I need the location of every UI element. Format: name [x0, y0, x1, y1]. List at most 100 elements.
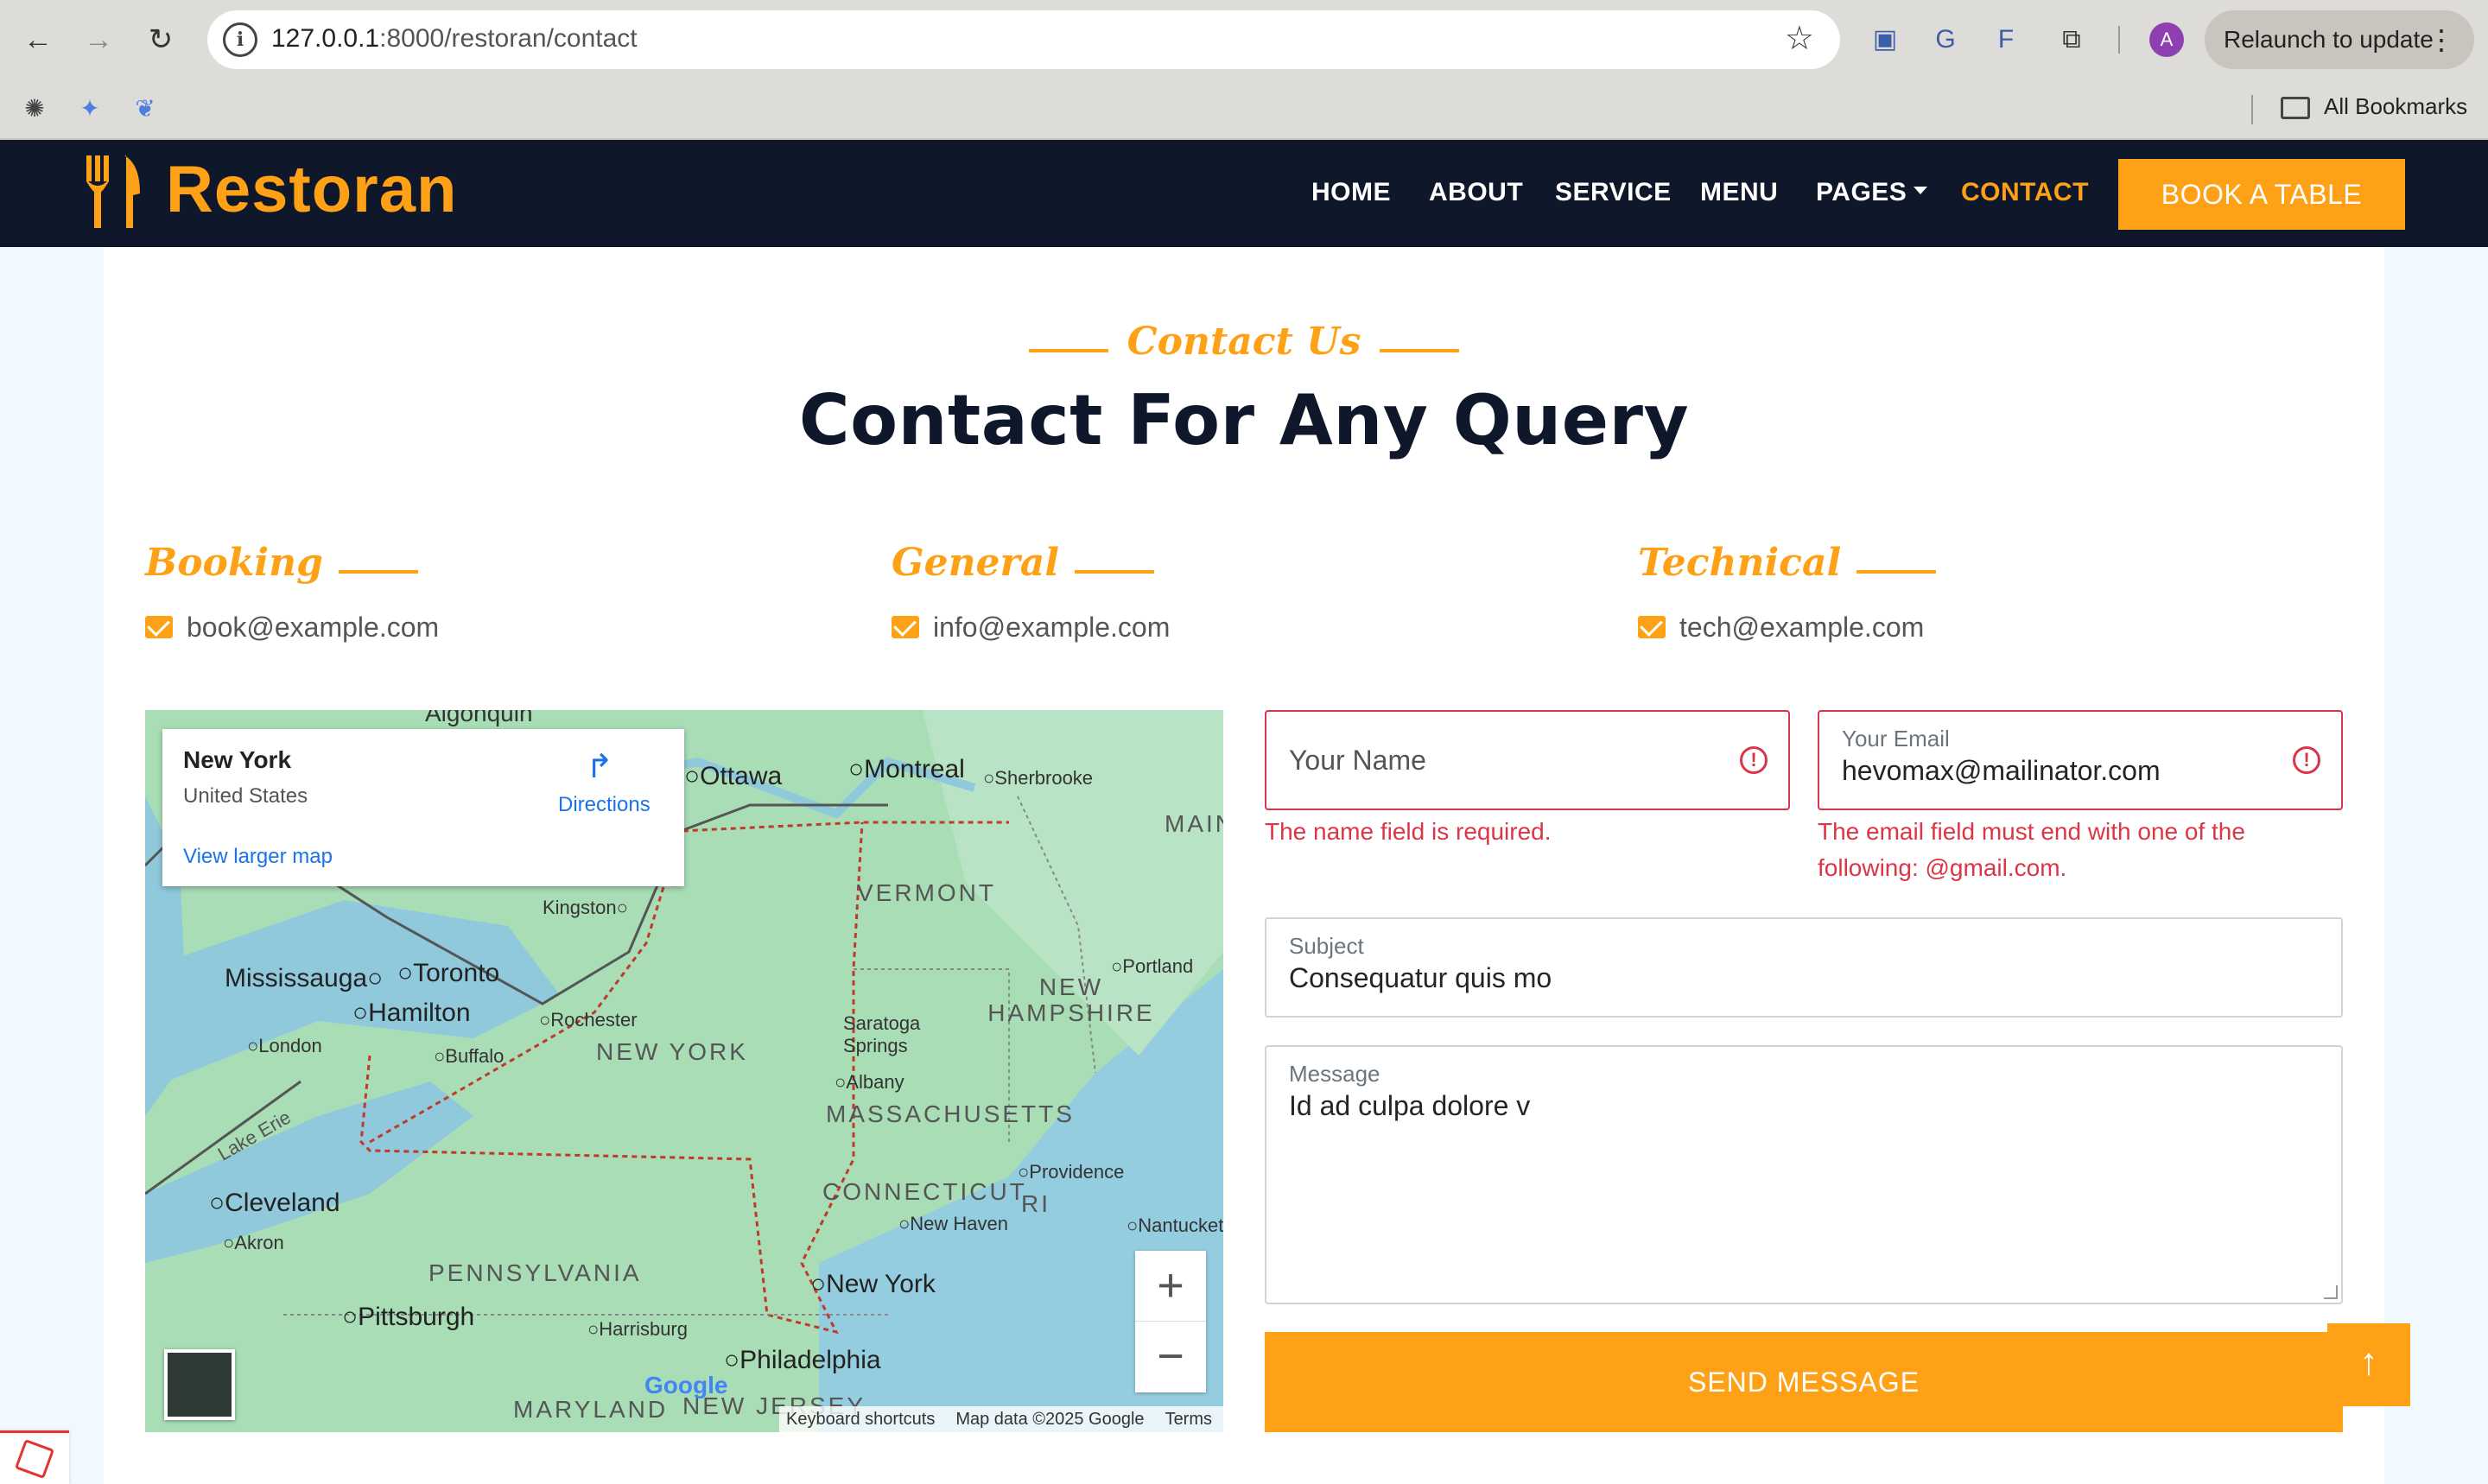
map-label-new-york: ○New York [810, 1270, 936, 1298]
bird-bookmark-icon[interactable]: ❦ [128, 92, 162, 126]
page-title: Contact For Any Query [798, 380, 1690, 460]
view-larger-map-link[interactable]: View larger map [183, 845, 333, 869]
map-label-nantucket: ○Nantucket [1127, 1214, 1223, 1236]
directions-link[interactable]: Directions [558, 793, 651, 817]
extension-fi-icon[interactable]: F [1987, 21, 2025, 59]
map-zoom-controls: + − [1135, 1251, 1206, 1392]
utensils-icon[interactable] [83, 155, 142, 228]
reload-icon[interactable]: ↻ [142, 21, 180, 59]
contact-general: General info@example.com [892, 541, 1583, 644]
name-input[interactable]: Your Name ! [1265, 710, 1790, 810]
contact-technical: Technical tech@example.com [1638, 541, 2329, 644]
nav-contact[interactable]: CONTACT [1961, 178, 2089, 207]
map-label-toronto: ○Toronto [397, 959, 500, 987]
map-label-london: ○London [247, 1035, 322, 1056]
map-label-akron: ○Akron [223, 1232, 284, 1253]
back-arrow-icon[interactable]: ← [19, 21, 57, 59]
map-label-new-haven: ○New Haven [898, 1213, 1009, 1234]
booking-email: book@example.com [187, 612, 440, 643]
resize-handle-icon[interactable] [2324, 1285, 2338, 1299]
map-label-saratoga: Saratoga Springs [843, 1012, 921, 1056]
map-state-maryland: MARYLAND [513, 1396, 669, 1423]
arrow-up-icon[interactable]: ↑ [2327, 1323, 2410, 1406]
zoom-out-button[interactable]: − [1135, 1322, 1206, 1392]
error-icon: ! [1740, 746, 1768, 774]
map-label-hamilton: ○Hamilton [352, 999, 471, 1027]
nav-home[interactable]: HOME [1311, 178, 1391, 207]
map-state-connecticut: CONNECTICUT [822, 1178, 1027, 1205]
map-state-massachusetts: MASSACHUSETTS [826, 1100, 1075, 1127]
map-label-algonquin: Algonquin [425, 710, 533, 726]
google-logo: Google [644, 1372, 728, 1398]
map-state-vermont: VERMONT [857, 879, 996, 906]
terms-link[interactable]: Terms [1165, 1410, 1212, 1429]
contact-booking: Booking book@example.com [145, 541, 836, 644]
extensions-puzzle-icon[interactable]: ⧉ [2053, 21, 2091, 59]
all-bookmarks-link[interactable]: All Bookmarks [2324, 93, 2467, 120]
contact-container: Contact Us Contact For Any Query Booking… [104, 247, 2384, 1484]
site-info-icon[interactable]: i [223, 22, 257, 57]
url-text[interactable]: 127.0.0.1:8000/restoran/contact [271, 24, 638, 54]
bookmarks-bar: ✺ ✦ ❦ All Bookmarks [0, 79, 2488, 140]
map-label-pittsburgh: ○Pittsburgh [342, 1303, 475, 1331]
send-message-button[interactable]: SEND MESSAGE [1265, 1332, 2343, 1432]
forward-arrow-icon[interactable]: → [79, 21, 117, 59]
keyboard-shortcuts-link[interactable]: Keyboard shortcuts [786, 1410, 935, 1429]
map-place-card: New York United States View larger map ↱… [162, 729, 684, 886]
map-label-cleveland: ○Cleveland [209, 1189, 340, 1217]
book-table-button[interactable]: BOOK A TABLE [2118, 159, 2405, 230]
gemini-bookmark-icon[interactable]: ✦ [73, 92, 107, 126]
map-label-kingston: Kingston○ [543, 897, 628, 918]
subject-input[interactable]: Subject Consequatur quis mo [1265, 917, 2343, 1018]
profile-avatar[interactable]: A [2149, 22, 2184, 57]
relaunch-button[interactable]: Relaunch to update ⋮ [2205, 10, 2474, 69]
nav-menu[interactable]: MENU [1700, 178, 1778, 207]
brand-logo[interactable]: Restoran [166, 152, 457, 227]
map-state-maine: MAIN [1165, 810, 1223, 837]
map-card-country: United States [183, 784, 308, 808]
extension-translate-icon[interactable]: ▣ [1866, 21, 1904, 59]
general-heading: General [892, 541, 1059, 585]
section-subtitle: Contact Us [104, 320, 2384, 364]
address-bar[interactable]: i 127.0.0.1:8000/restoran/contact ☆ [207, 10, 1840, 69]
site-navbar: Restoran HOME ABOUT SERVICE MENU PAGES C… [0, 140, 2488, 247]
email-input[interactable]: Your Email hevomax@mailinator.com ! [1818, 710, 2343, 810]
extension-google-translate-icon[interactable]: G [1926, 21, 1964, 59]
map-label-sherbrooke: ○Sherbrooke [983, 767, 1094, 789]
nav-pages[interactable]: PAGES [1816, 178, 1928, 207]
map-label-rochester: ○Rochester [539, 1009, 638, 1031]
map-layer-toggle[interactable] [164, 1349, 235, 1420]
map-state-new-hampshire: NEW HAMPSHIRE [987, 973, 1155, 1026]
map-label-harrisburg: ○Harrisburg [587, 1318, 688, 1340]
nav-about[interactable]: ABOUT [1429, 178, 1523, 207]
menu-dots-icon[interactable]: ⋮ [2428, 10, 2455, 69]
laravel-debug-icon[interactable] [0, 1430, 69, 1484]
nav-service[interactable]: SERVICE [1555, 178, 1672, 207]
email-error: The email field must end with one of the… [1818, 818, 2245, 881]
map-label-montreal: ○Montreal [848, 755, 965, 783]
map-label-buffalo: ○Buffalo [434, 1045, 505, 1067]
map-label-albany: ○Albany [835, 1071, 904, 1093]
email-value: hevomax@mailinator.com [1842, 755, 2161, 786]
map-label-ottawa: ○Ottawa [684, 762, 783, 790]
directions-icon[interactable]: ↱ [582, 750, 617, 784]
envelope-open-icon [145, 615, 173, 638]
map-data-text: Map data ©2025 Google [955, 1410, 1145, 1429]
map-state-ri: RI [1021, 1190, 1050, 1217]
message-value: Id ad culpa dolore v [1289, 1090, 1531, 1121]
bookmark-star-icon[interactable]: ☆ [1785, 19, 1814, 58]
email-label: Your Email [1842, 726, 1950, 752]
map-card-place: New York [183, 746, 292, 773]
google-map[interactable]: Algonquin ○Ottawa ○Montreal ○Sherbrooke … [145, 710, 1223, 1432]
zoom-in-button[interactable]: + [1135, 1251, 1206, 1322]
map-label-philadelphia: ○Philadelphia [724, 1346, 881, 1374]
envelope-open-icon [892, 615, 919, 638]
map-label-providence: ○Providence [1018, 1161, 1125, 1183]
caret-down-icon [1914, 186, 1928, 194]
message-textarea[interactable]: Message Id ad culpa dolore v [1265, 1045, 2343, 1304]
envelope-open-icon [1638, 615, 1666, 638]
chatgpt-bookmark-icon[interactable]: ✺ [17, 92, 52, 126]
message-label: Message [1289, 1061, 1380, 1087]
map-label-mississauga: Mississauga○ [225, 964, 384, 993]
folder-icon[interactable] [2281, 97, 2310, 119]
